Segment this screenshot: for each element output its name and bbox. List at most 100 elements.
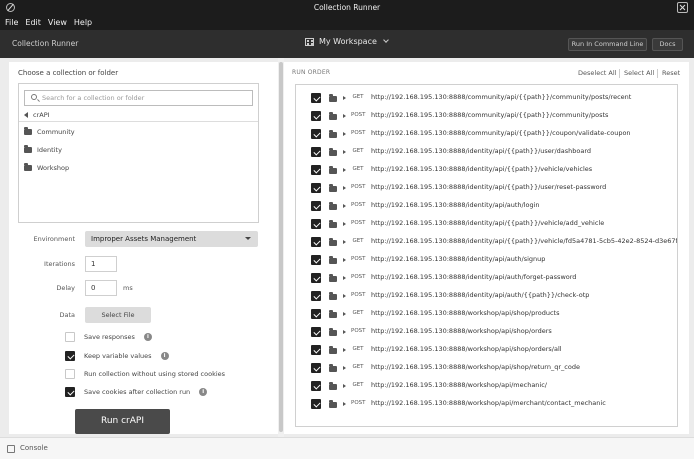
expand-arrow-icon[interactable] [343,240,346,244]
collection-search[interactable] [24,90,253,106]
expand-arrow-icon[interactable] [343,312,346,316]
option-save-cookies[interactable]: Save cookies after collection run i [65,387,208,397]
request-row[interactable]: GET http://192.168.195.130:8888/identity/… [296,143,677,161]
folder-item-workshop[interactable]: Workshop [24,163,69,172]
request-url: http://192.168.195.130:8888/community/ap… [371,111,609,119]
select-file-button[interactable]: Select File [85,307,151,323]
expand-arrow-icon[interactable] [343,330,346,334]
workspace-switcher[interactable]: My Workspace [305,37,389,46]
expand-arrow-icon[interactable] [343,168,346,172]
request-checkbox[interactable] [311,219,321,229]
request-checkbox[interactable] [311,93,321,103]
expand-arrow-icon[interactable] [343,384,346,388]
request-row[interactable]: POST http://192.168.195.130:8888/workshop… [296,323,677,341]
request-checkbox[interactable] [311,291,321,301]
request-method: POST [351,112,366,118]
request-row[interactable]: POST http://192.168.195.130:8888/identity… [296,197,677,215]
request-row[interactable]: POST http://192.168.195.130:8888/identity… [296,287,677,305]
request-checkbox[interactable] [311,255,321,265]
collection-breadcrumb[interactable]: crAPI [24,111,50,119]
request-row[interactable]: GET http://192.168.195.130:8888/identity/… [296,233,677,251]
request-row[interactable]: GET http://192.168.195.130:8888/workshop/… [296,305,677,323]
iterations-input[interactable] [85,256,117,272]
request-row[interactable]: POST http://192.168.195.130:8888/communit… [296,107,677,125]
console-toggle[interactable]: Console [20,444,48,452]
option-keep-variable-values[interactable]: Keep variable values i [65,351,169,361]
run-in-command-line-button[interactable]: Run In Command Line [568,38,647,51]
window-close-icon[interactable] [677,2,688,13]
menu-file[interactable]: File [5,16,18,30]
menu-help[interactable]: Help [74,16,92,30]
run-collection-button[interactable]: Run crAPI [75,409,170,434]
request-checkbox[interactable] [311,165,321,175]
request-checkbox[interactable] [311,363,321,373]
option-save-responses[interactable]: Save responses i [65,332,152,342]
expand-arrow-icon[interactable] [343,132,346,136]
request-row[interactable]: GET http://192.168.195.130:8888/workshop/… [296,359,677,377]
folder-icon [329,130,337,138]
request-checkbox[interactable] [311,183,321,193]
expand-arrow-icon[interactable] [343,294,346,298]
folder-icon [329,346,337,354]
expand-arrow-icon[interactable] [343,402,346,406]
request-checkbox[interactable] [311,129,321,139]
keep-variable-values-checkbox[interactable] [65,351,75,361]
request-checkbox[interactable] [311,309,321,319]
request-checkbox[interactable] [311,399,321,409]
folder-item-identity[interactable]: Identity [24,145,62,154]
expand-arrow-icon[interactable] [343,204,346,208]
docs-button[interactable]: Docs [652,38,683,51]
request-checkbox[interactable] [311,345,321,355]
expand-arrow-icon[interactable] [343,258,346,262]
request-row[interactable]: GET http://192.168.195.130:8888/community… [296,89,677,107]
request-row[interactable]: POST http://192.168.195.130:8888/communit… [296,125,677,143]
expand-arrow-icon[interactable] [343,114,346,118]
run-without-stored-cookies-checkbox[interactable] [65,369,75,379]
reset-button[interactable]: Reset [662,69,680,77]
request-checkbox[interactable] [311,201,321,211]
deselect-all-button[interactable]: Deselect All [578,69,616,77]
request-checkbox[interactable] [311,111,321,121]
request-url: http://192.168.195.130:8888/identity/api… [371,219,605,227]
expand-arrow-icon[interactable] [343,186,346,190]
expand-arrow-icon[interactable] [343,276,346,280]
request-row[interactable]: POST http://192.168.195.130:8888/identity… [296,269,677,287]
collection-search-input[interactable] [42,92,247,104]
request-checkbox[interactable] [311,327,321,337]
save-cookies-checkbox[interactable] [65,387,75,397]
request-row[interactable]: POST http://192.168.195.130:8888/identity… [296,251,677,269]
folder-icon [329,202,337,210]
request-row[interactable]: POST http://192.168.195.130:8888/identity… [296,179,677,197]
expand-arrow-icon[interactable] [343,222,346,226]
select-all-button[interactable]: Select All [624,69,654,77]
environment-select[interactable]: Improper Assets Management [85,231,258,247]
save-responses-checkbox[interactable] [65,332,75,342]
request-row[interactable]: GET http://192.168.195.130:8888/workshop/… [296,341,677,359]
info-icon[interactable]: i [143,333,152,341]
folder-item-community[interactable]: Community [24,127,75,136]
request-checkbox[interactable] [311,381,321,391]
request-checkbox[interactable] [311,237,321,247]
request-row[interactable]: GET http://192.168.195.130:8888/identity/… [296,161,677,179]
request-row[interactable]: POST http://192.168.195.130:8888/identity… [296,215,677,233]
request-checkbox[interactable] [311,273,321,283]
info-icon[interactable]: i [160,352,169,360]
folder-icon [24,145,32,153]
request-row[interactable]: GET http://192.168.195.130:8888/workshop/… [296,377,677,395]
request-checkbox[interactable] [311,147,321,157]
scrollbar-thumb[interactable] [279,62,283,432]
expand-arrow-icon[interactable] [343,96,346,100]
expand-arrow-icon[interactable] [343,150,346,154]
delay-input[interactable] [85,280,117,296]
option-run-without-cookies[interactable]: Run collection without using stored cook… [65,369,225,379]
expand-arrow-icon[interactable] [343,366,346,370]
info-icon[interactable]: i [199,388,208,396]
expand-arrow-icon[interactable] [343,348,346,352]
console-icon[interactable] [7,445,15,453]
menu-edit[interactable]: Edit [25,16,41,30]
left-panel-scrollbar[interactable] [278,58,284,437]
menu-view[interactable]: View [48,16,67,30]
request-url: http://192.168.195.130:8888/workshop/api… [371,399,606,407]
back-arrow-icon[interactable] [24,112,28,118]
request-row[interactable]: POST http://192.168.195.130:8888/workshop… [296,395,677,413]
